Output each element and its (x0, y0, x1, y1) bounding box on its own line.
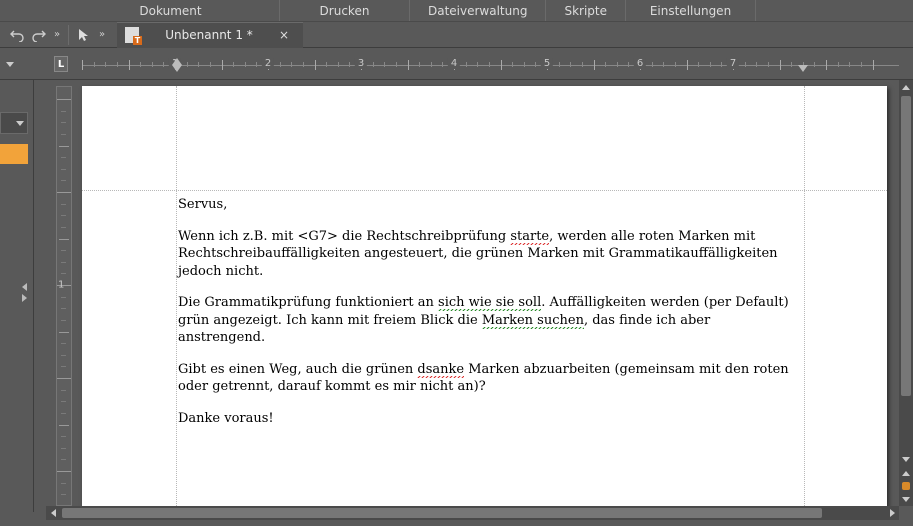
scroll-down-button[interactable] (899, 452, 913, 466)
menu-dateiverwaltung[interactable]: Dateiverwaltung (410, 0, 546, 21)
page: Servus, Wenn ich z.B. mit <G7> die Recht… (82, 86, 887, 506)
scroll-up-button[interactable] (899, 80, 913, 94)
margin-guide-left (176, 86, 177, 506)
hruler-number: 5 (541, 58, 553, 69)
grammar-mark: Marken suchen (482, 313, 584, 329)
vertical-scrollbar[interactable] (899, 80, 913, 506)
nav-marker[interactable] (902, 482, 910, 490)
hruler-number: 3 (355, 58, 367, 69)
side-style-swatch[interactable] (0, 144, 28, 164)
cursor-overflow[interactable]: » (95, 24, 109, 46)
hscroll-thumb[interactable] (62, 508, 822, 518)
side-panel-toggle[interactable] (22, 280, 32, 305)
page-up-button[interactable] (899, 466, 913, 480)
ruler-row: L 1234567 (0, 48, 913, 80)
document-viewport[interactable]: Servus, Wenn ich z.B. mit <G7> die Recht… (76, 80, 899, 506)
redo-icon (32, 28, 46, 42)
horizontal-ruler[interactable]: 1234567 (82, 56, 899, 74)
hruler-number: 6 (634, 58, 646, 69)
margin-guide-right (804, 86, 805, 506)
side-dropdown[interactable] (0, 112, 28, 134)
vertical-ruler[interactable]: 1 (54, 80, 74, 506)
menubar: Dokument Drucken Dateiverwaltung Skripte… (0, 0, 913, 22)
tab-title: Unbenannt 1 * (149, 28, 269, 42)
toolbar: » » Unbenannt 1 * × (0, 22, 913, 48)
menu-skripte[interactable]: Skripte (546, 0, 626, 21)
cursor-tool[interactable] (73, 24, 95, 46)
scroll-right-button[interactable] (885, 506, 899, 520)
menu-dokument[interactable]: Dokument (0, 0, 280, 21)
tab-align-button[interactable]: L (54, 56, 68, 72)
scroll-left-button[interactable] (46, 506, 60, 520)
para-5: Danke voraus! (178, 411, 274, 426)
spell-error: starte (510, 229, 549, 245)
undo-icon (10, 28, 24, 42)
redo-button[interactable] (28, 24, 50, 46)
hruler-margin-marker[interactable] (172, 65, 182, 72)
horizontal-scrollbar[interactable] (46, 506, 899, 520)
hruler-margin-marker[interactable] (798, 65, 808, 72)
menu-drucken[interactable]: Drucken (280, 0, 410, 21)
cursor-icon (78, 28, 90, 42)
style-dropdown[interactable] (6, 56, 20, 70)
side-panel (0, 80, 34, 512)
page-text[interactable]: Servus, Wenn ich z.B. mit <G7> die Recht… (178, 196, 801, 441)
undo-button[interactable] (6, 24, 28, 46)
document-icon (125, 27, 139, 43)
margin-guide-top (82, 190, 887, 191)
spell-error: dsanke (417, 362, 464, 378)
document-tab[interactable]: Unbenannt 1 * × (117, 22, 303, 48)
hruler-number: 4 (448, 58, 460, 69)
scroll-corner (899, 506, 913, 520)
hruler-number: 7 (727, 58, 739, 69)
menu-einstellungen[interactable]: Einstellungen (626, 0, 756, 21)
hruler-number: 2 (262, 58, 274, 69)
vscroll-thumb[interactable] (901, 96, 911, 396)
hruler-margin-marker[interactable] (172, 58, 182, 65)
toolbar-divider (68, 25, 69, 45)
page-down-button[interactable] (899, 492, 913, 506)
vruler-number: 1 (58, 280, 64, 291)
para-1: Servus, (178, 197, 227, 212)
toolbar-overflow[interactable]: » (50, 24, 64, 46)
grammar-mark: sich wie sie soll (438, 295, 541, 311)
tab-close-button[interactable]: × (279, 28, 289, 42)
